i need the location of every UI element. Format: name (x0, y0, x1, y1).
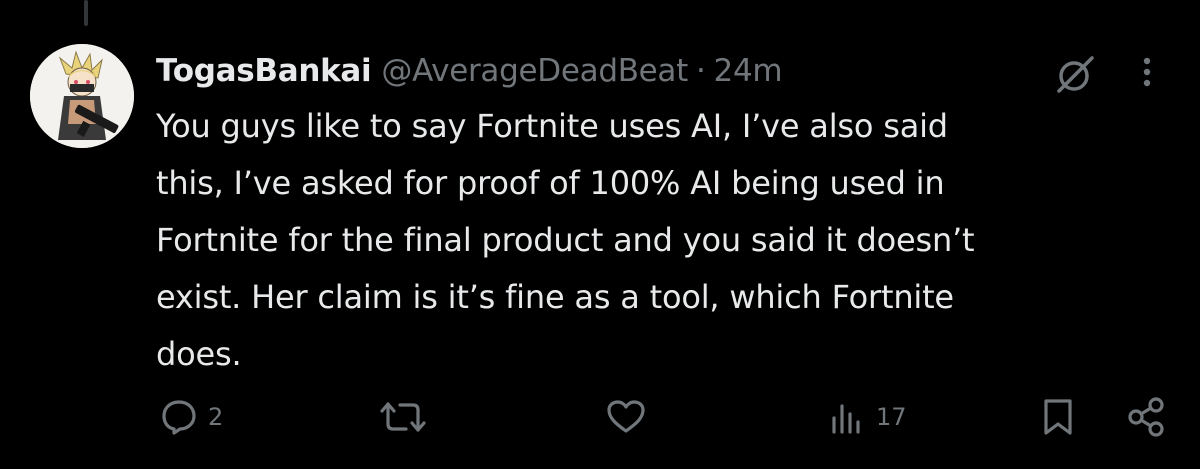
tweet-text: You guys like to say Fortnite uses AI, I… (156, 98, 1156, 383)
user-handle[interactable]: @AverageDeadBeat (381, 53, 688, 89)
repost-icon (380, 402, 426, 432)
bookmark-icon (1044, 399, 1072, 435)
share-button[interactable] (1124, 394, 1168, 440)
avatar[interactable] (30, 44, 134, 148)
tweet-text-line: exist. Her claim is it’s fine as a tool,… (156, 278, 954, 316)
thread-line (84, 0, 88, 26)
reply-icon (162, 400, 196, 435)
tweet-header: TogasBankai @AverageDeadBeat · 24m (156, 48, 783, 94)
avatar-image (30, 44, 134, 148)
heart-icon (607, 400, 645, 433)
tweet-text-line: You guys like to say Fortnite uses AI, I… (156, 107, 948, 145)
reply-button[interactable]: 2 (158, 394, 223, 440)
like-button[interactable] (604, 394, 656, 440)
views-button[interactable]: 17 (828, 394, 907, 440)
grok-icon[interactable] (1052, 52, 1098, 98)
repost-button[interactable] (380, 394, 434, 440)
action-bar: 2 17 (0, 394, 1200, 440)
views-count: 17 (876, 403, 907, 431)
tweet-text-line: Fortnite for the final product and you s… (156, 221, 975, 259)
tweet-text-line: does. (156, 335, 242, 373)
display-name[interactable]: TogasBankai (156, 53, 372, 89)
bookmark-button[interactable] (1038, 394, 1078, 440)
reply-count: 2 (208, 403, 224, 431)
tweet-text-line: this, I’ve asked for proof of 100% AI be… (156, 164, 945, 202)
share-icon (1128, 397, 1164, 437)
timestamp[interactable]: 24m (714, 53, 783, 89)
views-icon (832, 404, 860, 434)
separator-dot: · (695, 53, 706, 89)
more-icon[interactable] (1132, 52, 1162, 92)
